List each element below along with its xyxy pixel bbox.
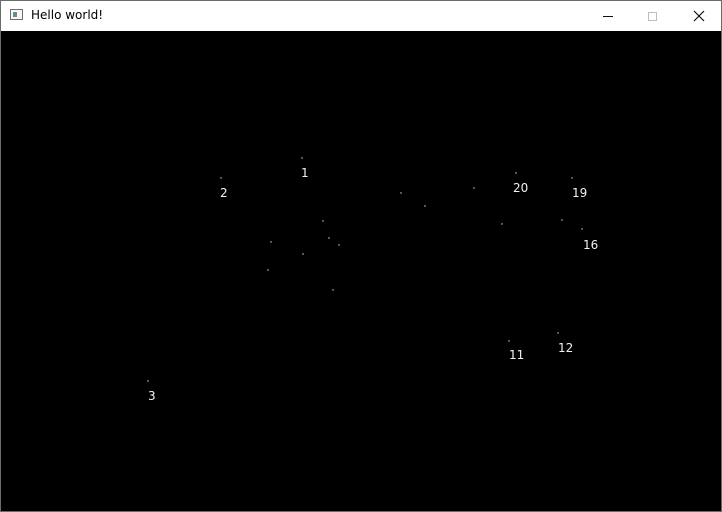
canvas-point [267, 269, 269, 271]
canvas-point [473, 187, 475, 189]
close-icon [693, 10, 704, 22]
scatter-drawing: 1 2 3 11 12 16 19 20 [147, 157, 598, 403]
canvas-point [322, 220, 324, 222]
canvas-point [147, 380, 149, 382]
canvas-point [515, 172, 517, 174]
point-label-16: 16 [583, 238, 598, 252]
canvas-point [581, 228, 583, 230]
point-label-1: 1 [301, 166, 309, 180]
point-label-2: 2 [220, 186, 228, 200]
app-window: Hello world! 1 2 3 11 12 16 19 20 [0, 0, 722, 512]
canvas-point [557, 332, 559, 334]
minimize-icon [602, 15, 613, 17]
close-button[interactable] [676, 1, 721, 31]
canvas-point [338, 244, 340, 246]
canvas-point [270, 241, 272, 243]
canvas-point [424, 205, 426, 207]
canvas-point [220, 177, 222, 179]
canvas-point [302, 253, 304, 255]
canvas-point [400, 192, 402, 194]
minimize-button[interactable] [585, 1, 630, 31]
point-label-19: 19 [572, 186, 587, 200]
point-label-20: 20 [513, 181, 528, 195]
app-icon [10, 9, 23, 20]
canvas-point [561, 219, 563, 221]
point-label-12: 12 [558, 341, 573, 355]
window-title: Hello world! [31, 8, 104, 22]
canvas-point [501, 223, 503, 225]
title-bar[interactable]: Hello world! [1, 1, 721, 31]
maximize-icon [648, 11, 657, 21]
canvas-point [301, 157, 303, 159]
canvas-point [571, 177, 573, 179]
canvas-point [332, 289, 334, 291]
canvas-point [508, 340, 510, 342]
point-label-11: 11 [509, 348, 524, 362]
drawing-canvas[interactable]: 1 2 3 11 12 16 19 20 [1, 31, 721, 511]
maximize-button[interactable] [630, 1, 675, 31]
canvas-point [328, 237, 330, 239]
point-label-3: 3 [148, 389, 156, 403]
